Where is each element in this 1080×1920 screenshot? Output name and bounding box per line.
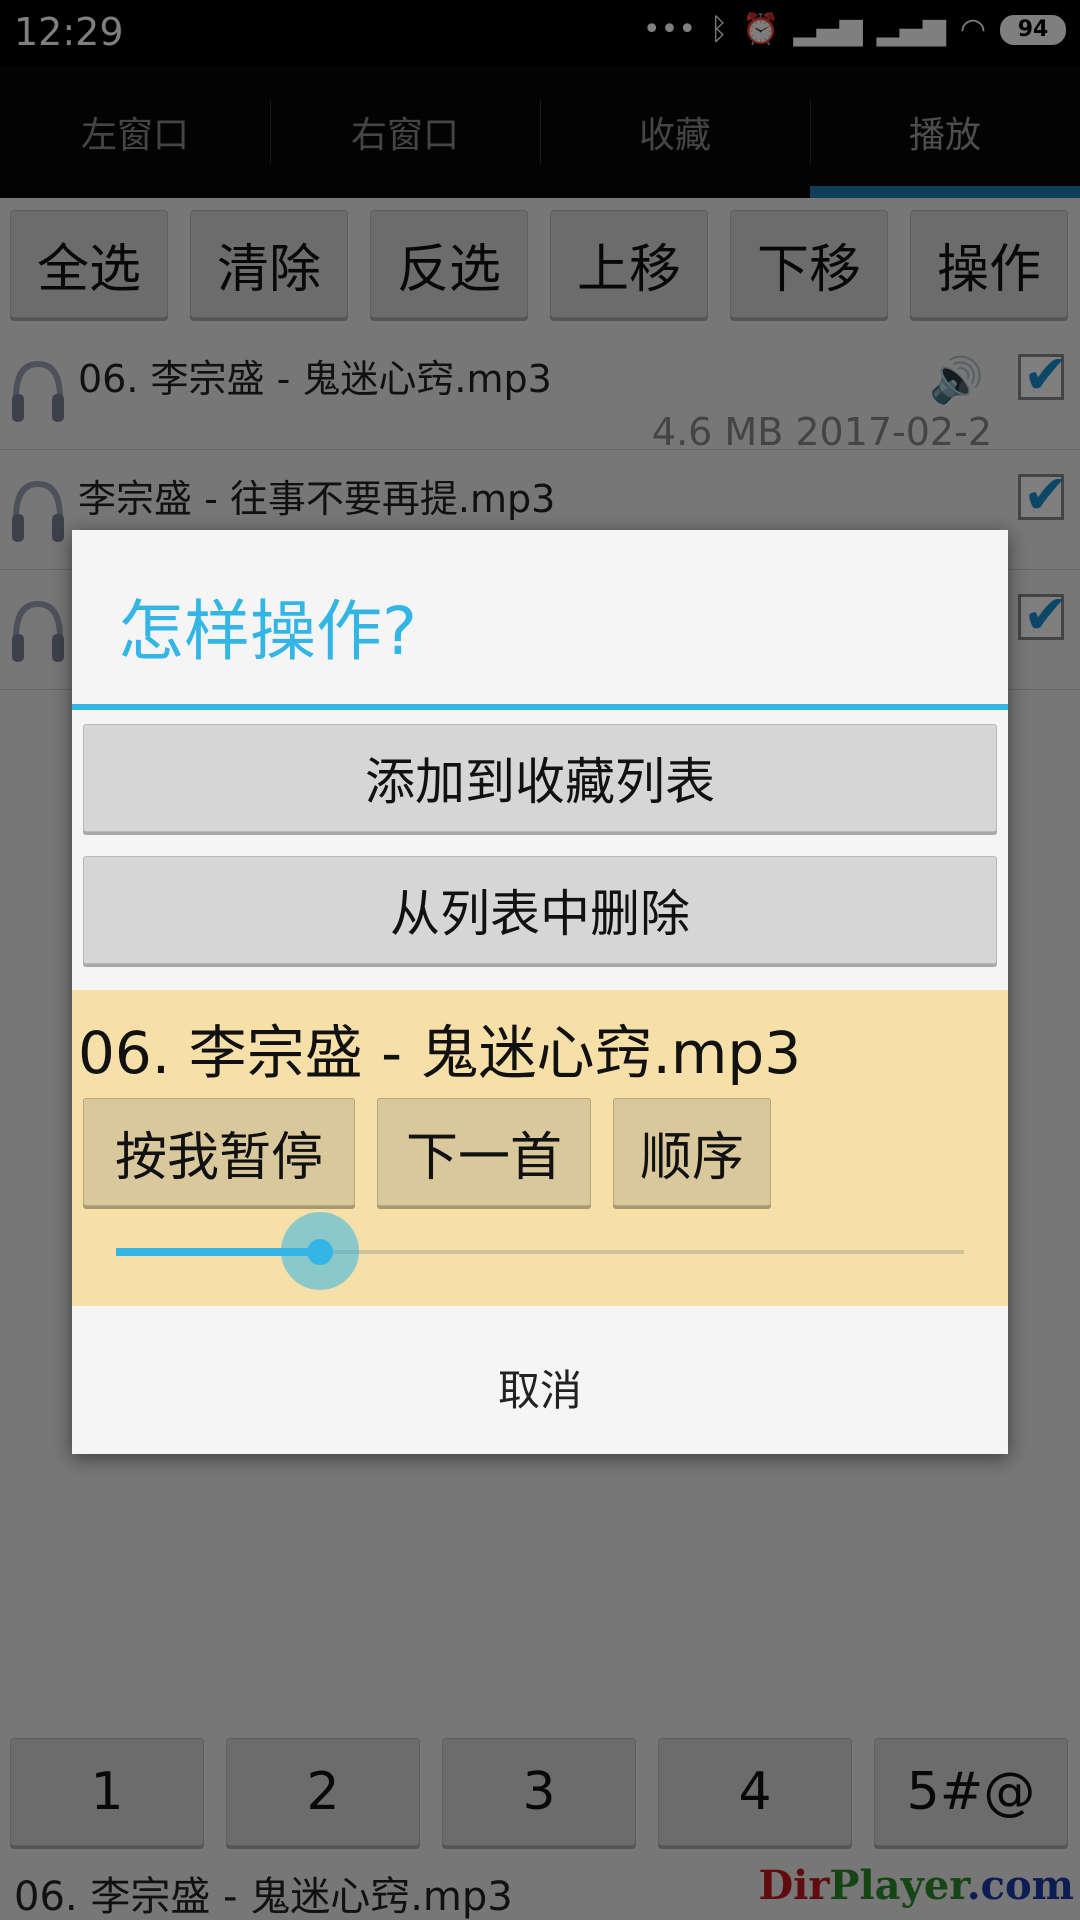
seek-thumb[interactable] [306, 1239, 333, 1265]
dialog-title: 怎样操作? [118, 593, 418, 670]
next-track-button[interactable]: 下一首 [377, 1098, 591, 1206]
remove-from-list-button[interactable]: 从列表中删除 [83, 856, 997, 964]
cancel-button[interactable]: 取消 [72, 1320, 1008, 1454]
pause-button[interactable]: 按我暂停 [83, 1098, 355, 1206]
add-to-favorites-button[interactable]: 添加到收藏列表 [83, 724, 997, 832]
action-dialog: 怎样操作? 添加到收藏列表 从列表中删除 06. 李宗盛 - 鬼迷心窍.mp3 … [72, 530, 1008, 1454]
seek-bar[interactable] [116, 1212, 964, 1290]
now-playing-title: 06. 李宗盛 - 鬼迷心窍.mp3 [78, 1019, 802, 1087]
play-order-button[interactable]: 顺序 [613, 1098, 771, 1206]
dialog-divider [72, 704, 1008, 710]
player-panel: 06. 李宗盛 - 鬼迷心窍.mp3 按我暂停 下一首 顺序 [72, 990, 1008, 1306]
